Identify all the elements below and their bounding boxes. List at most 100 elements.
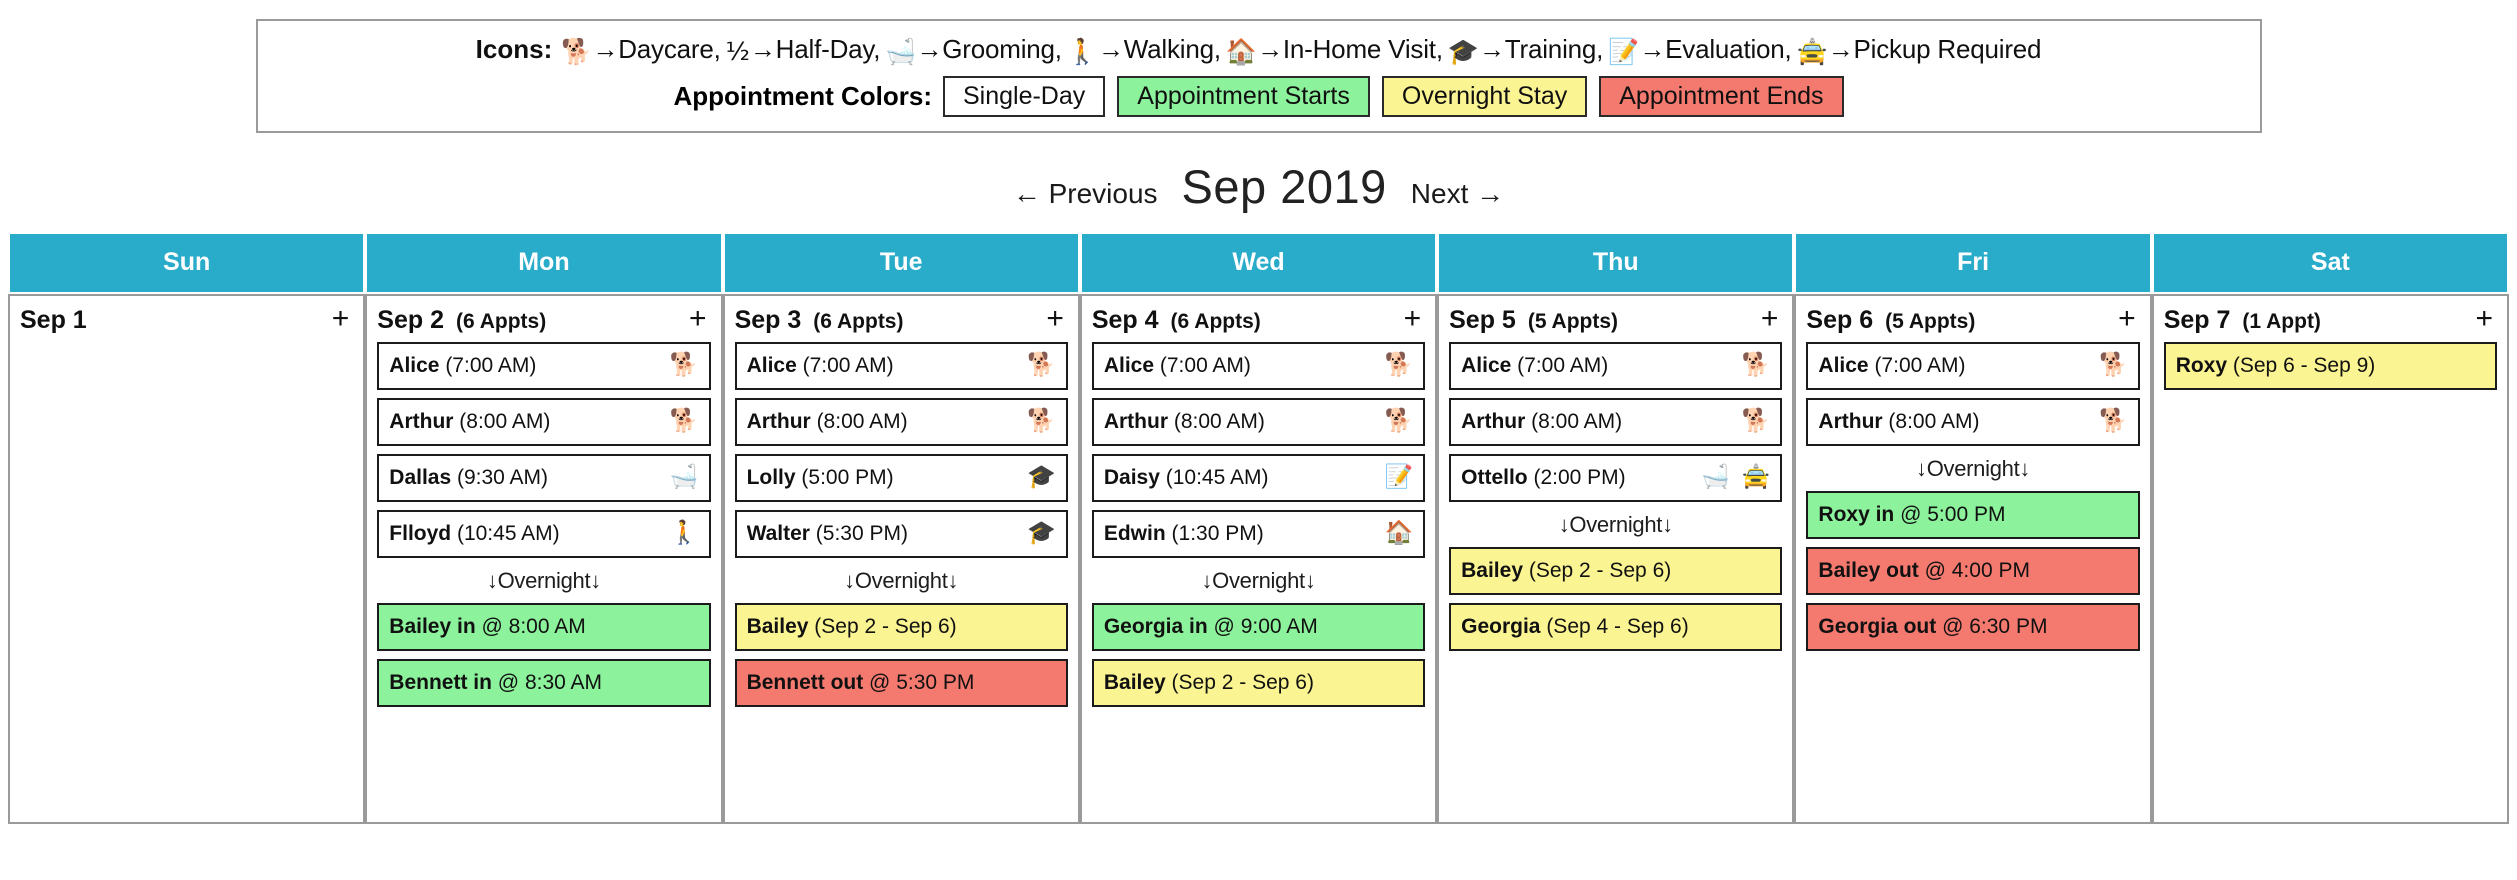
appointment-text: Arthur (8:00 AM) [389,410,550,434]
day-appointment-count: (5 Appts) [1527,310,1619,334]
add-appointment-icon[interactable]: + [685,304,711,334]
calendar-day-cell[interactable]: Sep 1 + [8,294,366,825]
calendar-day-cell[interactable]: Sep 4 (6 Appts) + Alice (7:00 AM) 🐕 Arthur (8… [1079,294,1438,825]
day-date-label: Sep 7 [2163,306,2231,335]
graduation-cap-icon: 🎓 [1027,520,1056,547]
appointment-item[interactable]: Georgia (Sep 4 - Sep 6) [1449,603,1783,652]
appointment-text: Edwin (1:30 PM) [1104,522,1264,546]
appointment-item[interactable]: Georgia out @ 6:30 PM [1806,603,2140,652]
appointment-text: Bailey (Sep 2 - Sep 6) [1461,559,1671,583]
appointment-item[interactable]: Bailey (Sep 2 - Sep 6) [1091,659,1426,708]
weekday-header-thu: Thu [1437,232,1795,295]
dog-icon: 🐕 [669,352,699,379]
previous-month-link[interactable]: ← Previous [1013,178,1158,210]
add-appointment-icon[interactable]: + [1042,304,1068,334]
taxi-icon: 🚖 [1741,464,1771,491]
appointment-item[interactable]: Dallas (9:30 AM) 🛁 [377,454,711,503]
day-header: Sep 1 + [20,304,354,335]
appointment-icons: 📝 [1376,466,1413,489]
day-header: Sep 5 (5 Appts) + [1449,304,1783,335]
appointment-item[interactable]: Alice (7:00 AM) 🐕 [734,342,1068,391]
appointment-item[interactable]: Georgia in @ 9:00 AM [1091,603,1426,652]
appointment-icons: 🐕 [662,410,699,433]
appointment-item[interactable]: Bailey (Sep 2 - Sep 6) [1449,547,1783,596]
appointment-item[interactable]: Bennett out @ 5:30 PM [734,659,1068,708]
appointment-meta: (10:45 AM) [1159,465,1269,489]
appointment-text: Bailey (Sep 2 - Sep 6) [1104,671,1314,695]
appointment-item[interactable]: Ottello (2:00 PM) 🛁 🚖 [1449,454,1783,503]
overnight-divider: ↓Overnight↓ [1558,512,1673,538]
appointment-text: Bennett in @ 8:30 AM [389,671,602,695]
add-appointment-icon[interactable]: + [328,304,354,334]
appointment-item[interactable]: Bailey (Sep 2 - Sep 6) [734,603,1068,652]
appointment-item[interactable]: Flloyd (10:45 AM) 🚶 [377,510,711,559]
appointment-text: Arthur (8:00 AM) [747,410,908,434]
appointment-meta: @ 8:30 AM [491,670,602,694]
appointment-item[interactable]: Bailey out @ 4:00 PM [1806,547,2140,596]
walking-person-icon: 🚶 [1066,36,1098,66]
appointment-item[interactable]: Alice (7:00 AM) 🐕 [1449,342,1783,391]
appointment-text: Georgia (Sep 4 - Sep 6) [1461,615,1689,639]
appointment-item[interactable]: Edwin (1:30 PM) 🏠 [1091,510,1426,559]
appointment-item[interactable]: Bennett in @ 8:30 AM [377,659,711,708]
next-month-link[interactable]: Next → [1411,178,1504,210]
appointment-meta: (7:00 AM) [1511,353,1609,377]
appointment-meta: (Sep 2 - Sep 6) [1165,670,1314,694]
appointment-item[interactable]: Alice (7:00 AM) 🐕 [1091,342,1426,391]
appointment-name: Flloyd [389,521,452,545]
appointment-text: Ottello (2:00 PM) [1461,466,1626,490]
appointment-item[interactable]: Lolly (5:00 PM) 🎓 [734,454,1068,503]
appointment-item[interactable]: Arthur (8:00 AM) 🐕 [1806,398,2140,447]
appointment-item[interactable]: Arthur (8:00 AM) 🐕 [1091,398,1426,447]
walking-person-icon: 🚶 [669,520,699,547]
appointment-icons: 🐕 [2091,354,2128,377]
add-appointment-icon[interactable]: + [2471,304,2497,334]
appointment-meta: (Sep 2 - Sep 6) [1523,558,1672,582]
appointment-item[interactable]: Arthur (8:00 AM) 🐕 [1449,398,1783,447]
appointment-item[interactable]: Roxy in @ 5:00 PM [1806,491,2140,540]
appointment-meta: (2:00 PM) [1527,465,1626,489]
appointment-name: Bailey out [1818,558,1919,582]
add-appointment-icon[interactable]: + [1757,304,1783,334]
day-header: Sep 7 (1 Appt) + [2163,304,2497,335]
day-appointment-count: (6 Appts) [1170,310,1261,334]
appointment-item[interactable]: Daisy (10:45 AM) 📝 [1091,454,1426,503]
appointment-icons: 🐕 [662,354,699,377]
legend-icon-text: →Walking, [1097,34,1221,64]
calendar-day-cell[interactable]: Sep 3 (6 Appts) + Alice (7:00 AM) 🐕 Arthur (8… [722,294,1080,825]
legend-icons-row: Icons: 🐕→Daycare, ½→Half-Day, 🛁→Grooming, 🚶… [282,33,2236,66]
appointment-icons: 🐕 [1376,354,1413,377]
appointment-item[interactable]: Arthur (8:00 AM) 🐕 [734,398,1068,447]
calendar-day-cell[interactable]: Sep 5 (5 Appts) + Alice (7:00 AM) 🐕 Arthur (8… [1437,294,1795,825]
appointment-item[interactable]: Alice (7:00 AM) 🐕 [1806,342,2140,391]
graduation-cap-icon: 🎓 [1447,36,1479,66]
appointment-name: Daisy [1103,465,1160,489]
day-date-label: Sep 6 [1806,306,1874,335]
house-icon: 🏠 [1384,520,1414,547]
appointment-item[interactable]: Roxy (Sep 6 - Sep 9) [2163,342,2497,391]
appointment-item[interactable]: Walter (5:30 PM) 🎓 [734,510,1068,559]
month-navigation: ← Previous Sep 2019 Next → [0,159,2517,214]
day-header: Sep 2 (6 Appts) + [377,304,711,335]
add-appointment-icon[interactable]: + [1400,304,1426,334]
calendar-day-cell[interactable]: Sep 7 (1 Appt) + Roxy (Sep 6 - Sep 9) [2151,294,2509,825]
dog-icon: 🐕 [561,36,593,66]
day-appointment-count: (6 Appts) [455,310,547,334]
calendar-day-cell[interactable]: Sep 6 (5 Appts) + Alice (7:00 AM) 🐕 Arthur (8… [1794,294,2152,825]
appointment-text: Alice (7:00 AM) [1104,354,1251,378]
appointment-item[interactable]: Arthur (8:00 AM) 🐕 [377,398,711,447]
weekday-header-fri: Fri [1794,232,2152,295]
day-appointment-count: (5 Appts) [1885,310,1976,334]
appointment-name: Arthur [746,409,811,433]
appointment-text: Lolly (5:00 PM) [747,466,894,490]
calendar-day-cell[interactable]: Sep 2 (6 Appts) + Alice (7:00 AM) 🐕 Arthur (8… [365,294,723,825]
appointment-text: Flloyd (10:45 AM) [389,522,559,546]
house-icon: 🏠 [1225,36,1258,66]
appointment-meta: (5:00 PM) [795,465,894,489]
appointment-name: Bailey in [389,614,476,638]
appointment-item[interactable]: Bailey in @ 8:00 AM [377,603,711,652]
appointment-item[interactable]: Alice (7:00 AM) 🐕 [377,342,711,391]
add-appointment-icon[interactable]: + [2114,304,2140,334]
appointment-text: Alice (7:00 AM) [389,354,536,378]
appointment-text: Bailey in @ 8:00 AM [389,615,585,639]
